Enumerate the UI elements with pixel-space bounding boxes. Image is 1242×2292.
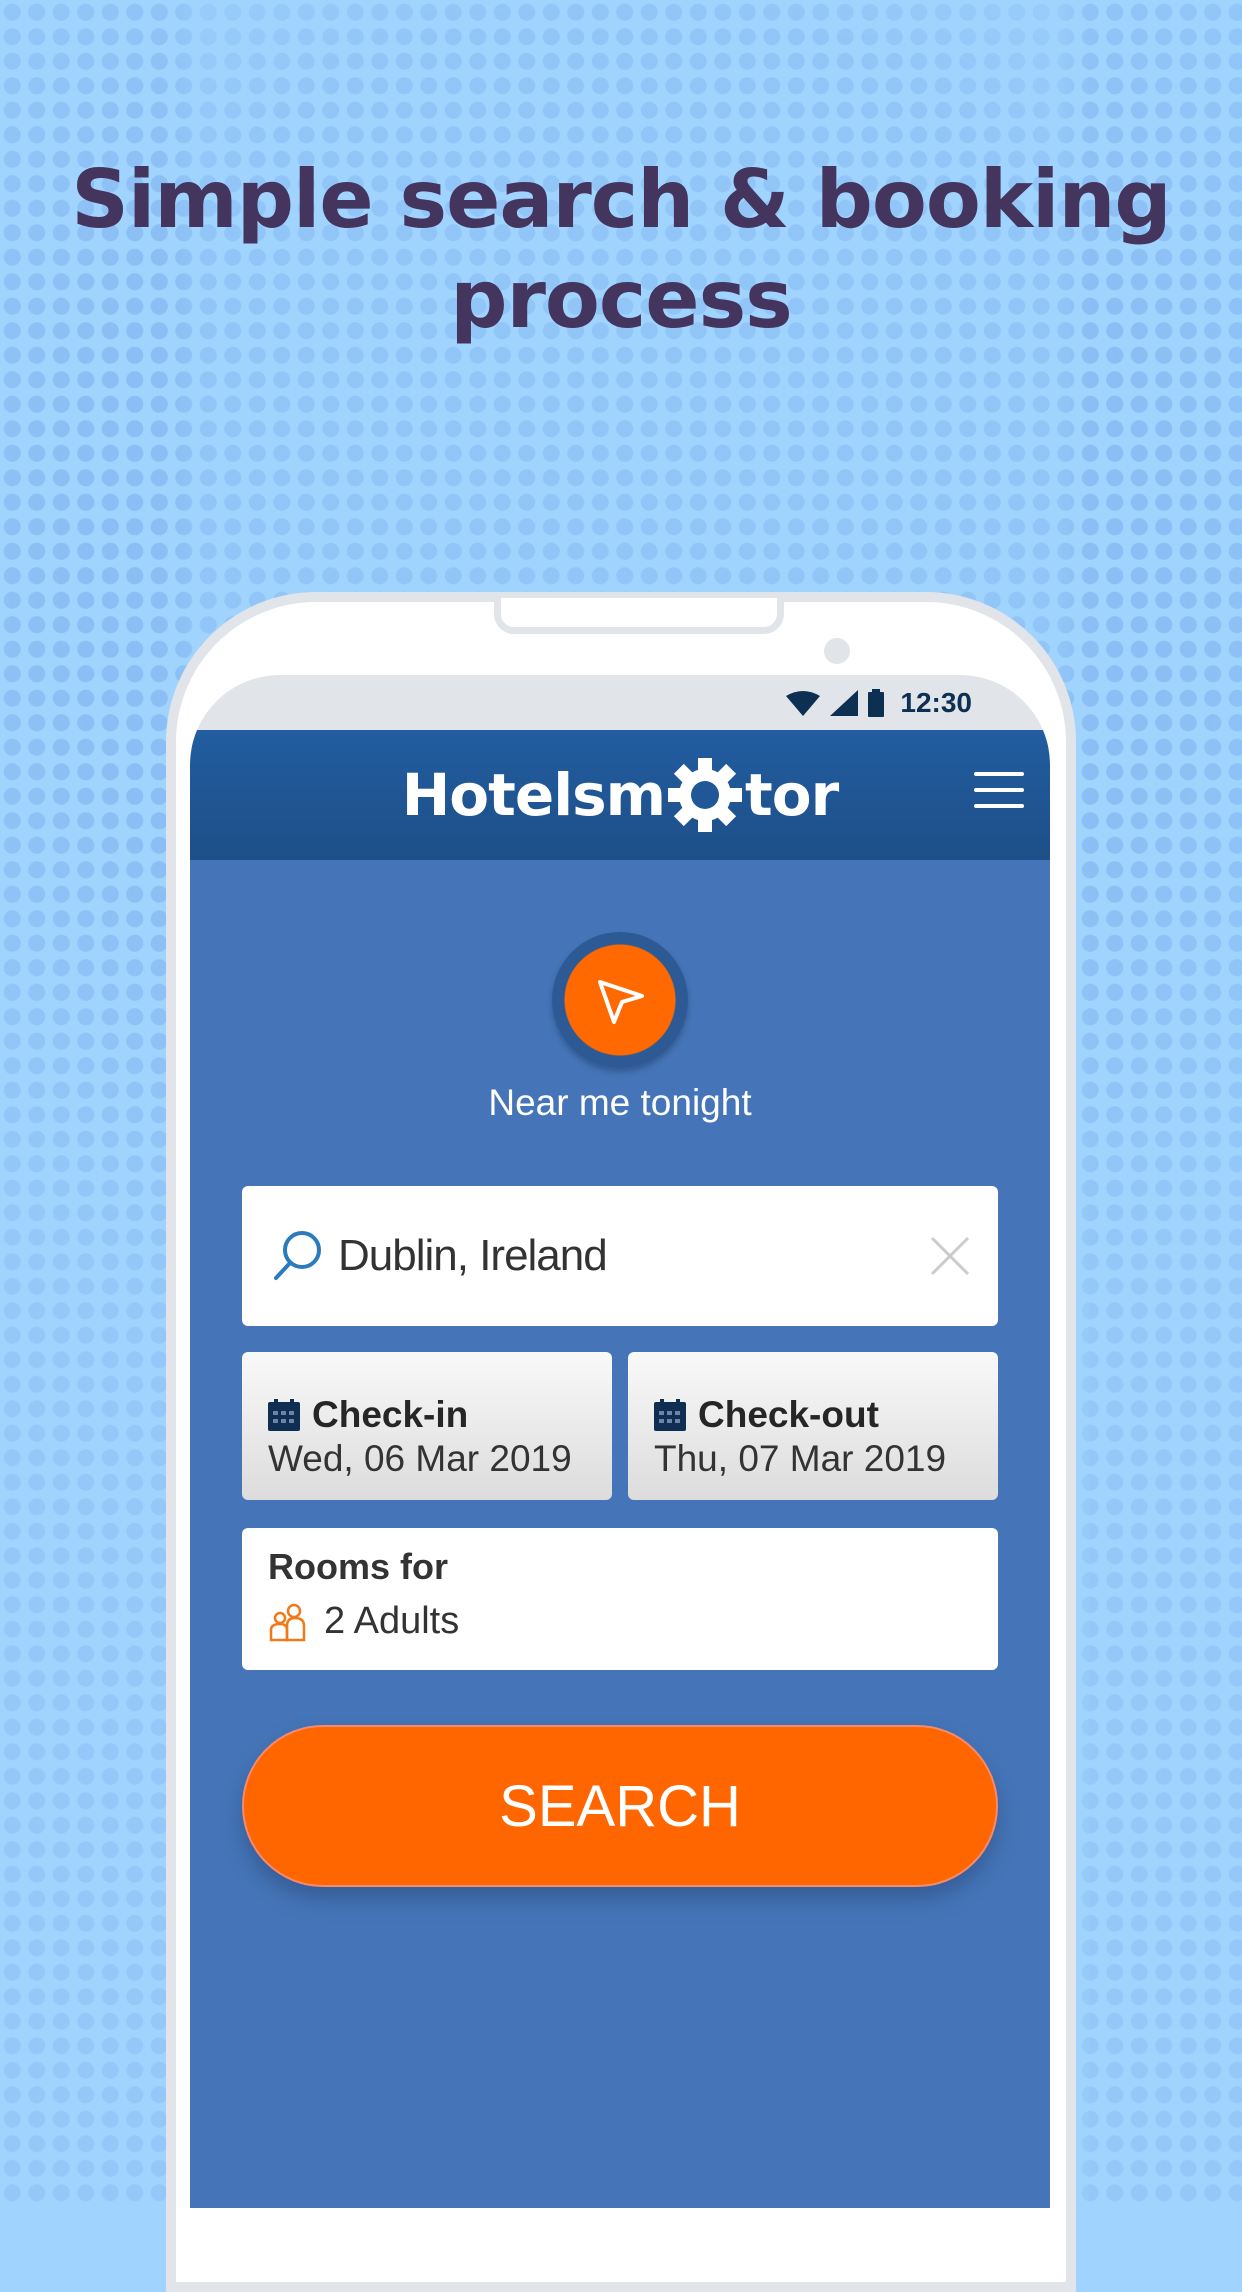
check-in-label: Check-in <box>312 1394 469 1435</box>
app-header: Hotelsm tor <box>190 730 1050 860</box>
check-in-button[interactable]: Check-in Wed, 06 Mar 2019 <box>242 1352 612 1500</box>
app-logo[interactable]: Hotelsm tor <box>401 757 839 833</box>
check-out-button[interactable]: Check-out Thu, 07 Mar 2019 <box>628 1352 998 1500</box>
close-icon[interactable] <box>930 1236 970 1276</box>
status-bar: 12:30 <box>190 675 1050 730</box>
check-in-date: Wed, 06 Mar 2019 <box>268 1438 572 1479</box>
battery-icon <box>868 688 885 717</box>
near-me-section: Near me tonight <box>190 932 1050 1124</box>
logo-text-suffix: tor <box>745 761 839 829</box>
rooms-selector[interactable]: Rooms for 2 Adults <box>242 1528 998 1670</box>
check-out-label: Check-out <box>698 1394 879 1435</box>
near-me-label: Near me tonight <box>488 1082 752 1123</box>
gear-icon <box>668 758 743 832</box>
search-form: Near me tonight Dublin, Ireland Check-in <box>190 860 1050 2208</box>
guests-value: 2 Adults <box>324 1600 460 1642</box>
headline-line-1: Simple search & booking <box>71 153 1171 246</box>
phone-speaker <box>494 598 784 634</box>
guests-icon <box>269 1603 306 1641</box>
calendar-icon <box>654 1399 686 1431</box>
wifi-icon <box>786 690 821 716</box>
navigation-arrow-icon <box>598 980 644 1024</box>
destination-value: Dublin, Ireland <box>338 1231 608 1280</box>
near-me-button[interactable] <box>552 932 688 1068</box>
status-time: 12:30 <box>900 686 972 718</box>
phone-screen: 12:30 Hotelsm tor Near me tonight Dublin… <box>190 675 1050 2208</box>
hamburger-menu-icon[interactable] <box>974 772 1024 812</box>
promo-headline: Simple search & booking process <box>0 150 1242 350</box>
check-out-date: Thu, 07 Mar 2019 <box>654 1438 947 1479</box>
logo-text-prefix: Hotelsm <box>401 761 666 829</box>
phone-camera <box>824 638 850 664</box>
signal-icon <box>830 689 859 716</box>
rooms-label: Rooms for <box>268 1546 448 1587</box>
search-icon <box>274 1231 321 1280</box>
calendar-icon <box>268 1399 300 1431</box>
search-button[interactable]: SEARCH <box>242 1725 998 1887</box>
destination-search-input[interactable]: Dublin, Ireland <box>242 1186 998 1326</box>
headline-line-2: process <box>450 253 793 346</box>
